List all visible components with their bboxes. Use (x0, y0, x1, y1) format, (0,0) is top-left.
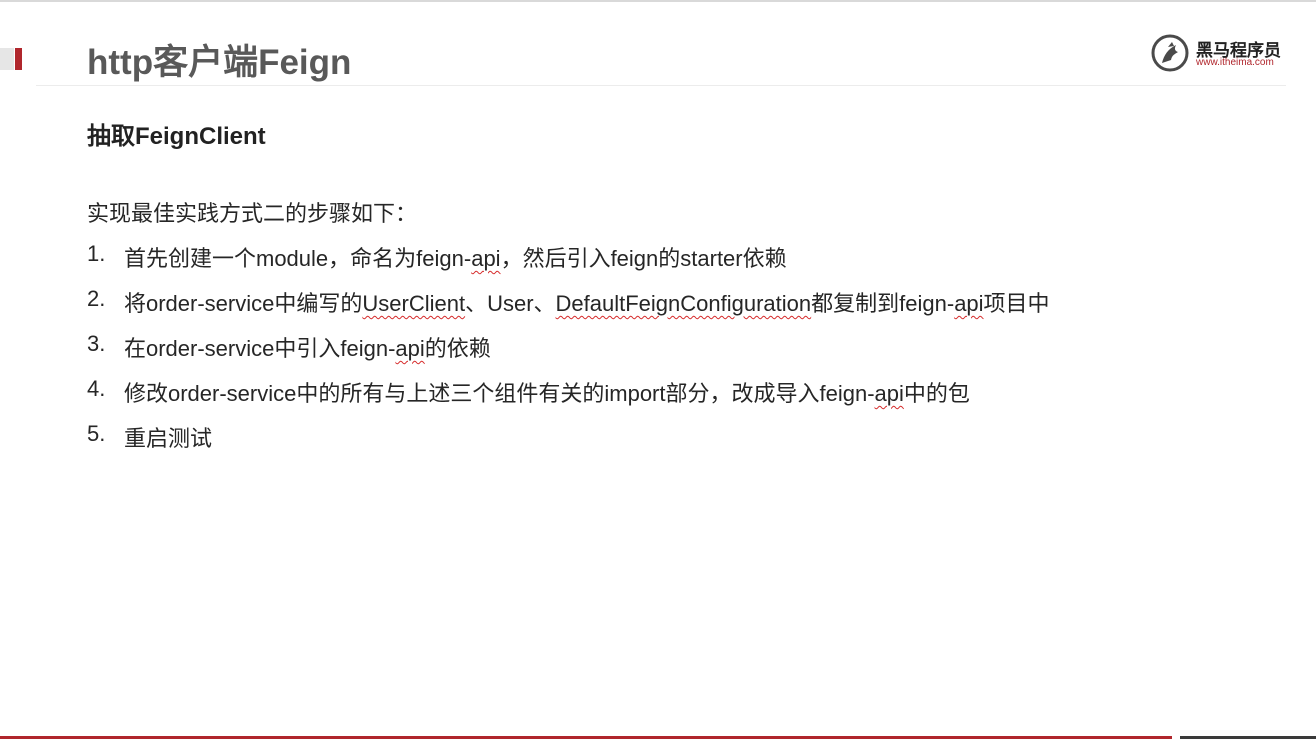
step-text-part: 中的包 (903, 381, 970, 406)
spellcheck-word: UserClient (362, 291, 466, 316)
section-title: 抽取FeignClient (87, 123, 266, 150)
footer-bar-red (0, 736, 1172, 739)
slide: http客户端Feign 黑马程序员 www.itheima.com 抽取Fei… (0, 0, 1316, 740)
logo-text-url: www.itheima.com (1196, 57, 1274, 68)
step-text-part: 的依赖 (424, 336, 491, 361)
slide-title: http客户端Feign (87, 43, 352, 82)
step-item: 3. 在order-service中引入feign-api的依赖 (87, 331, 1050, 376)
step-text: 将order-service中编写的UserClient、User、Defaul… (124, 286, 1050, 318)
itheima-logo: 黑马程序员 www.itheima.com (1150, 33, 1290, 73)
step-number: 4. (87, 376, 106, 401)
step-number: 1. (87, 241, 106, 266)
step-item: 2. 将order-service中编写的UserClient、User、Def… (87, 286, 1050, 331)
step-item: 5. 重启测试 (87, 421, 1050, 466)
step-text-part: 、User、 (465, 291, 556, 316)
step-number: 5. (87, 421, 106, 446)
header-divider (36, 85, 1286, 86)
spellcheck-word: api (471, 246, 501, 271)
step-text-part: 项目中 (983, 291, 1050, 316)
horse-logo-icon (1151, 34, 1189, 72)
step-text-part: 首先创建一个module，命名为feign- (124, 246, 472, 271)
spellcheck-word: api (395, 336, 425, 361)
step-text-part: 修改order-service中的所有与上述三个组件有关的import部分，改成… (124, 381, 875, 406)
step-text-part: ，然后引入feign的starter依赖 (500, 246, 787, 271)
step-text-part: 在order-service中引入feign- (124, 336, 396, 361)
title-accent-grey (0, 48, 14, 70)
spellcheck-word: DefaultFeignConfiguration (555, 291, 812, 316)
step-number: 2. (87, 286, 106, 311)
step-number: 3. (87, 331, 106, 356)
title-accent-red (15, 48, 22, 70)
spellcheck-word: api (954, 291, 984, 316)
step-text-part: 将order-service中编写的 (124, 291, 363, 316)
step-text-part: 都复制到feign- (811, 291, 955, 316)
intro-text: 实现最佳实践方式二的步骤如下： (87, 201, 418, 226)
step-text: 重启测试 (124, 421, 212, 453)
top-border-line (0, 0, 1316, 2)
footer-bar-dark (1180, 736, 1316, 739)
step-text: 首先创建一个module，命名为feign-api，然后引入feign的star… (124, 241, 787, 273)
step-text: 修改order-service中的所有与上述三个组件有关的import部分，改成… (124, 376, 970, 408)
step-text-part: 重启测试 (124, 426, 213, 451)
step-text: 在order-service中引入feign-api的依赖 (124, 331, 491, 363)
steps-list: 1. 首先创建一个module，命名为feign-api，然后引入feign的s… (87, 241, 1050, 466)
step-item: 4. 修改order-service中的所有与上述三个组件有关的import部分… (87, 376, 1050, 421)
spellcheck-word: api (874, 381, 904, 406)
step-item: 1. 首先创建一个module，命名为feign-api，然后引入feign的s… (87, 241, 1050, 286)
